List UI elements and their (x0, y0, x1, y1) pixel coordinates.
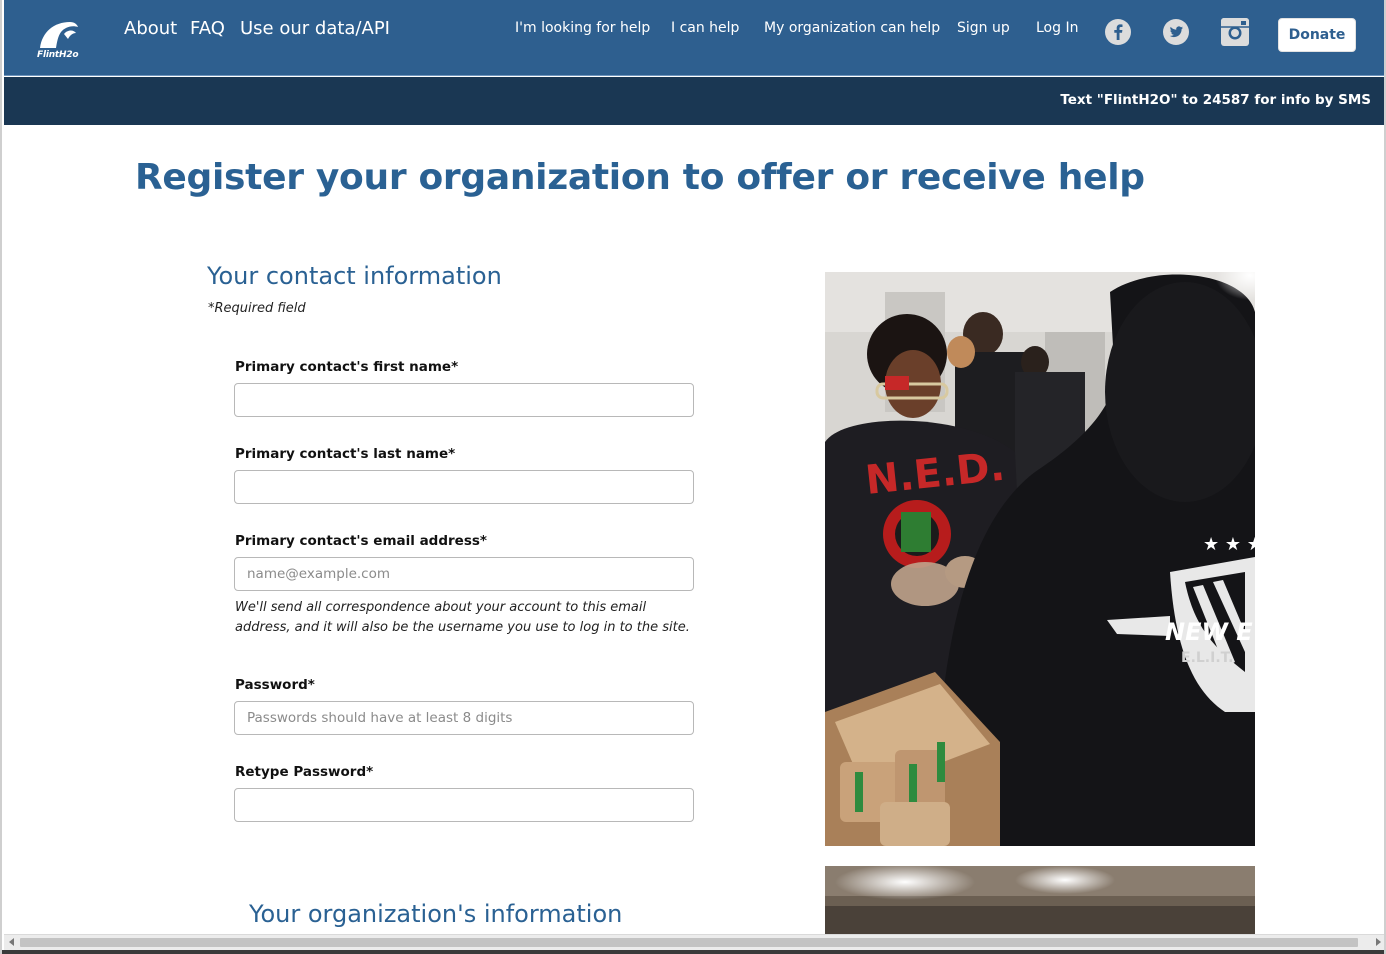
horizontal-scrollbar[interactable] (4, 934, 1384, 950)
contact-section-heading: Your contact information (207, 262, 502, 290)
scroll-right-arrow-icon[interactable] (1376, 938, 1381, 946)
browser-frame: FlintH2o About FAQ Use our data/API I'm … (0, 0, 1386, 954)
wave-logo-icon (40, 22, 78, 48)
retype-password-field[interactable] (234, 788, 694, 822)
organization-section-heading: Your organization's information (249, 900, 623, 928)
nav-link-sign-up[interactable]: Sign up (957, 20, 1010, 36)
window-bottom-edge (2, 950, 1384, 954)
nav-link-faq[interactable]: FAQ (190, 18, 225, 39)
scrollbar-thumb[interactable] (20, 938, 1358, 947)
first-name-label: Primary contact's first name* (235, 359, 459, 375)
retype-password-label: Retype Password* (235, 764, 374, 780)
twitter-icon[interactable] (1162, 18, 1190, 46)
required-field-note: *Required field (208, 301, 306, 316)
crest-subtext: E.L.I.T. (1181, 650, 1233, 666)
nav-link-looking-for-help[interactable]: I'm looking for help (515, 20, 650, 36)
flint-logo[interactable]: FlintH2o (34, 18, 82, 62)
nav-link-i-can-help[interactable]: I can help (671, 20, 739, 36)
nav-link-data-api[interactable]: Use our data/API (240, 18, 390, 39)
first-name-field[interactable] (234, 383, 694, 417)
nav-link-about[interactable]: About (124, 18, 177, 39)
facebook-icon[interactable] (1104, 18, 1132, 46)
password-label: Password* (235, 677, 315, 693)
crest-text: NEW E (1165, 618, 1253, 646)
page-title: Register your organization to offer or r… (135, 157, 1145, 198)
email-field[interactable] (234, 557, 694, 591)
sms-info-bar: Text "FlintH2O" to 24587 for info by SMS (4, 77, 1384, 125)
svg-text:★ ★ ★ ★: ★ ★ ★ ★ (1203, 534, 1255, 555)
last-name-field[interactable] (234, 470, 694, 504)
last-name-label: Primary contact's last name* (235, 446, 456, 462)
nav-link-log-in[interactable]: Log In (1036, 20, 1078, 36)
email-label: Primary contact's email address* (235, 533, 487, 549)
second-photo (825, 866, 1255, 934)
email-help-text: We'll send all correspondence about your… (235, 600, 690, 635)
nav-link-org-can-help[interactable]: My organization can help (764, 20, 940, 36)
volunteers-photo: N.E.D. ★ ★ ★ ★ NEW E E.L.I.T. (825, 272, 1255, 846)
donate-button[interactable]: Donate (1278, 18, 1356, 52)
instagram-icon[interactable] (1220, 17, 1249, 46)
top-navbar: FlintH2o About FAQ Use our data/API I'm … (4, 0, 1384, 76)
logo-text: FlintH2o (37, 50, 79, 60)
scroll-left-arrow-icon[interactable] (9, 938, 14, 946)
password-field[interactable] (234, 701, 694, 735)
sms-info-text: Text "FlintH2O" to 24587 for info by SMS (1060, 92, 1371, 108)
